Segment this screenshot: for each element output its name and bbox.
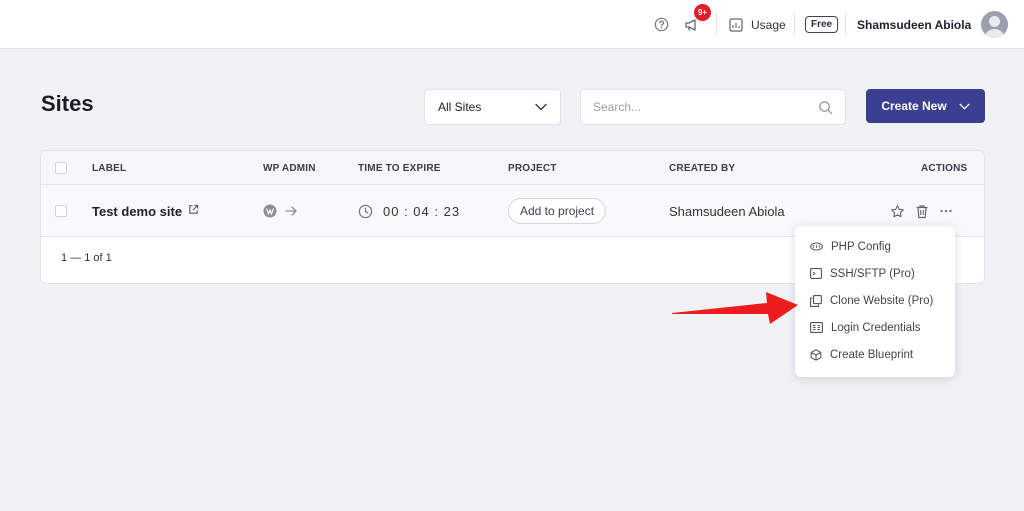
divider <box>716 13 717 35</box>
select-all-checkbox[interactable] <box>55 151 67 185</box>
credentials-icon <box>810 322 823 333</box>
chevron-down-icon <box>535 103 547 111</box>
search-input[interactable] <box>593 100 818 114</box>
project-cell: Add to project <box>508 185 607 237</box>
expire-timer: 00 : 04 : 23 <box>358 185 460 237</box>
cube-icon <box>810 348 822 361</box>
table-header: LABEL WP ADMIN TIME TO EXPIRE PROJECT CR… <box>41 151 984 185</box>
site-label-link[interactable]: Test demo site <box>92 185 199 237</box>
menu-item-create-blueprint[interactable]: Create Blueprint <box>795 341 955 368</box>
column-wp-admin: WP ADMIN <box>263 162 316 174</box>
star-icon[interactable] <box>890 204 905 219</box>
site-filter-select[interactable]: All Sites <box>424 89 561 125</box>
avatar[interactable] <box>981 11 1009 38</box>
filter-value: All Sites <box>438 100 482 114</box>
usage-label: Usage <box>751 17 786 32</box>
divider <box>845 13 846 35</box>
user-name: Shamsudeen Abiola <box>857 17 972 32</box>
annotation-arrow <box>672 292 798 324</box>
search-box <box>580 89 846 125</box>
search-icon[interactable] <box>818 100 833 115</box>
actions-dropdown: PHP Config SSH/SFTP (Pro) Clone Website … <box>795 226 955 377</box>
checkbox-box <box>55 162 67 174</box>
menu-item-clone-website[interactable]: Clone Website (Pro) <box>795 287 955 314</box>
chevron-down-icon <box>959 103 970 109</box>
wp-admin-link[interactable] <box>263 185 298 237</box>
menu-item-php-config[interactable]: PHP Config <box>795 233 955 260</box>
column-created-by: CREATED BY <box>669 162 736 174</box>
column-label: LABEL <box>92 162 127 174</box>
page-title: Sites <box>41 91 94 116</box>
pagination-info: 1 — 1 of 1 <box>61 252 112 264</box>
column-project: PROJECT <box>508 162 557 174</box>
menu-item-label: Clone Website (Pro) <box>830 294 934 307</box>
clock-icon <box>358 204 373 218</box>
clone-icon <box>810 294 822 307</box>
add-to-project-button[interactable]: Add to project <box>508 198 607 224</box>
time-to-expire: 00 : 04 : 23 <box>383 203 461 219</box>
plan-label: Free <box>805 16 839 33</box>
menu-item-label: Login Credentials <box>831 321 921 334</box>
create-new-label: Create New <box>881 99 947 113</box>
column-time-to-expire: TIME TO EXPIRE <box>358 162 441 174</box>
menu-item-login-credentials[interactable]: Login Credentials <box>795 314 955 341</box>
row-checkbox[interactable] <box>55 185 67 237</box>
divider <box>794 13 795 35</box>
plan-badge: Free <box>805 0 839 49</box>
menu-item-ssh-sftp[interactable]: SSH/SFTP (Pro) <box>795 260 955 287</box>
chart-icon <box>729 17 743 32</box>
user-menu[interactable]: Shamsudeen Abiola <box>857 0 1009 49</box>
menu-item-label: PHP Config <box>831 240 891 253</box>
column-actions: ACTIONS <box>921 162 968 174</box>
menu-item-label: SSH/SFTP (Pro) <box>830 267 915 280</box>
more-options-icon[interactable] <box>939 204 953 218</box>
top-bar: 9+ Usage Free Shamsudeen Abiola <box>0 0 1024 49</box>
usage-link[interactable]: Usage <box>729 0 786 49</box>
person-icon <box>984 16 1006 38</box>
terminal-icon <box>810 268 822 279</box>
site-label: Test demo site <box>92 203 183 219</box>
notification-badge: 9+ <box>694 4 711 21</box>
checkbox-box <box>55 205 67 217</box>
help-button[interactable] <box>654 0 674 49</box>
trash-icon[interactable] <box>915 204 929 219</box>
external-link-icon[interactable] <box>188 204 199 215</box>
wordpress-icon <box>263 204 277 218</box>
help-icon <box>654 17 669 32</box>
arrow-right-icon <box>285 206 297 216</box>
created-by: Shamsudeen Abiola <box>669 203 785 219</box>
menu-item-label: Create Blueprint <box>830 348 914 361</box>
create-new-button[interactable]: Create New <box>866 89 985 123</box>
php-icon <box>810 242 823 251</box>
